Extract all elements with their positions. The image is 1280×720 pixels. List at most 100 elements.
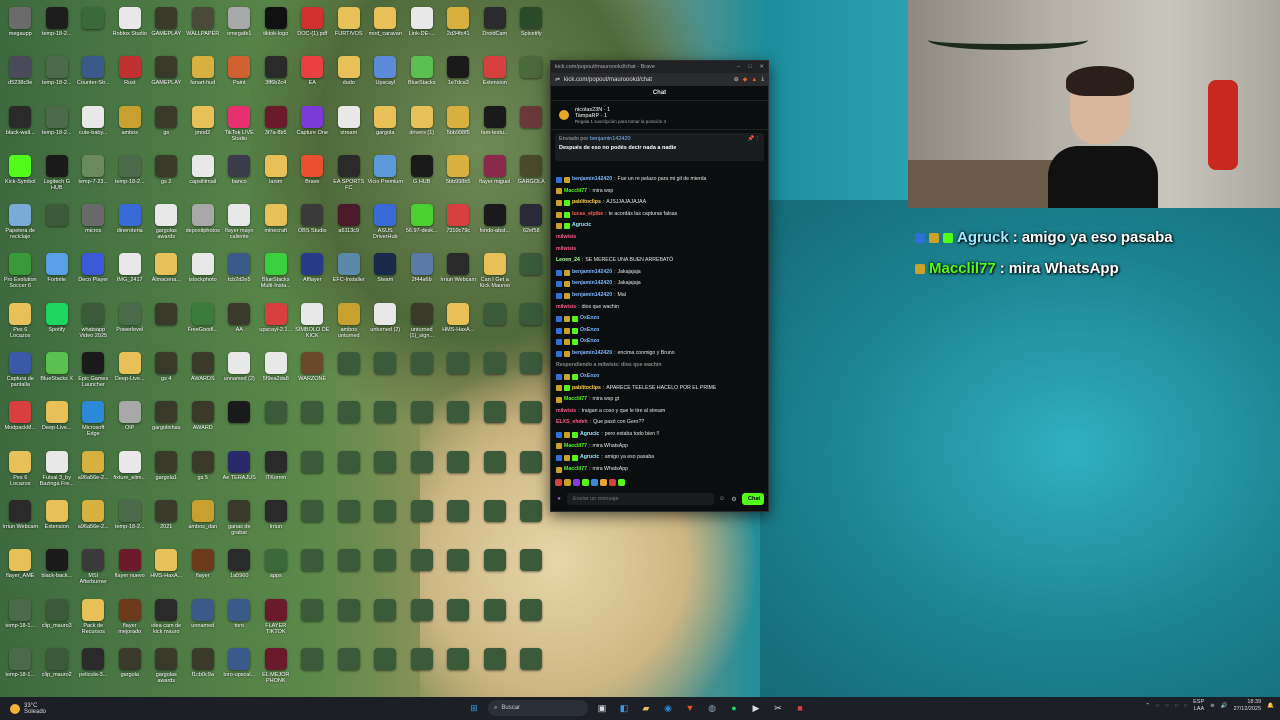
- desktop-icon[interactable]: [440, 546, 477, 595]
- chat-message[interactable]: pablitoclips: AJSJJAJAJAJAA: [556, 197, 763, 209]
- desktop-icon[interactable]: Deep-Live...: [39, 398, 76, 447]
- desktop-icon[interactable]: [513, 349, 550, 398]
- desktop-icon[interactable]: a96a56e-2...: [75, 448, 112, 497]
- desktop-icon[interactable]: Ae TERAJUS: [221, 448, 258, 497]
- desktop-icon[interactable]: EL MEJOR PHONK: [258, 645, 295, 694]
- desktop-icon[interactable]: 3f7a-8b5: [258, 103, 295, 152]
- desktop-icon[interactable]: megaupp: [2, 4, 39, 53]
- desktop-icon[interactable]: clip_mauro3: [39, 596, 76, 645]
- desktop-icon[interactable]: unturned (1)_sign...: [404, 300, 441, 349]
- pin-icon[interactable]: 📌⋮: [748, 136, 760, 142]
- desktop-icon[interactable]: [294, 448, 331, 497]
- desktop-icon[interactable]: [367, 546, 404, 595]
- desktop-icon[interactable]: upscayl-2.1...: [258, 300, 295, 349]
- desktop-icon[interactable]: AWARD: [185, 398, 222, 447]
- desktop-icon[interactable]: [221, 398, 258, 447]
- chat-message[interactable]: Agrucic: amigo ya eso pasaba: [556, 452, 763, 464]
- desktop-icon[interactable]: gs 4: [148, 349, 185, 398]
- desktop-icon[interactable]: [404, 596, 441, 645]
- desktop-icon[interactable]: [440, 448, 477, 497]
- chat-username[interactable]: Agrucic: [580, 452, 599, 464]
- desktop-icon[interactable]: [367, 645, 404, 694]
- steam-icon[interactable]: ◍: [704, 700, 720, 716]
- desktop-icon[interactable]: 2f44a6b: [404, 250, 441, 299]
- desktop-icon[interactable]: [513, 596, 550, 645]
- chat-message[interactable]: ELXS_ehdeh: Que pasó con Gero??: [556, 417, 763, 429]
- desktop-icon[interactable]: [148, 300, 185, 349]
- spotify-icon[interactable]: ●: [726, 700, 742, 716]
- tray-app-icon[interactable]: ◌: [1156, 703, 1159, 709]
- desktop-icon[interactable]: Almacena...: [148, 250, 185, 299]
- desktop-icon[interactable]: Upscayl: [367, 53, 404, 102]
- chat-message[interactable]: milwisis: [556, 232, 763, 244]
- desktop-icon[interactable]: Extension: [477, 53, 514, 102]
- desktop-icon[interactable]: [294, 497, 331, 546]
- desktop-icon[interactable]: Kick-Symbol: [2, 152, 39, 201]
- pinned-by-user[interactable]: benjamin142420: [590, 136, 631, 142]
- desktop-icon[interactable]: Irriun Webcam: [2, 497, 39, 546]
- desktop-icon[interactable]: drivers (1): [404, 103, 441, 152]
- obs-icon[interactable]: ■: [792, 700, 808, 716]
- desktop-icon[interactable]: [331, 448, 368, 497]
- desktop-icon[interactable]: flayer nuevo: [112, 546, 149, 595]
- chat-username[interactable]: milwisis: [556, 244, 576, 256]
- emote-icon[interactable]: [618, 479, 625, 486]
- desktop-icon[interactable]: IMG_2417: [112, 250, 149, 299]
- desktop-icon[interactable]: G HUB: [404, 152, 441, 201]
- emote-icon[interactable]: [555, 479, 562, 486]
- desktop-icon[interactable]: 1a5960: [221, 546, 258, 595]
- desktop-icon[interactable]: Counter-Str...: [75, 53, 112, 102]
- desktop-icon[interactable]: banco: [221, 152, 258, 201]
- desktop-icon[interactable]: Pro Evolution Soccer 6: [2, 250, 39, 299]
- emote-icon[interactable]: [573, 479, 580, 486]
- chat-message[interactable]: Agrucic: pero estaba todo bien !!: [556, 429, 763, 441]
- chat-message[interactable]: OxEnzo: [556, 371, 763, 383]
- desktop-icon[interactable]: [404, 349, 441, 398]
- desktop-icon[interactable]: d5238c9e: [2, 53, 39, 102]
- desktop-icon[interactable]: temp-18-2...: [39, 4, 76, 53]
- chevron-up-icon[interactable]: ⌃: [1145, 703, 1150, 709]
- desktop-icon[interactable]: HMS-HaxA...: [440, 300, 477, 349]
- task-view-icon[interactable]: ▣: [594, 700, 610, 716]
- desktop-icon[interactable]: jmod2: [185, 103, 222, 152]
- desktop-icon[interactable]: unnamed (2): [221, 349, 258, 398]
- desktop-icon[interactable]: [367, 448, 404, 497]
- chat-username[interactable]: lucas_elpibe: [572, 209, 603, 221]
- desktop-icon[interactable]: micros: [75, 201, 112, 250]
- wifi-icon[interactable]: ≋: [1210, 703, 1215, 709]
- desktop-icon[interactable]: [258, 398, 295, 447]
- emote-icon[interactable]: [582, 479, 589, 486]
- chat-username[interactable]: benjamin142420: [572, 348, 612, 360]
- desktop-icon[interactable]: ambos: [112, 103, 149, 152]
- desktop-icon[interactable]: Paint: [221, 53, 258, 102]
- desktop-icon[interactable]: [440, 596, 477, 645]
- chat-message[interactable]: Macclil77: mira WhatsApp: [556, 441, 763, 453]
- desktop-icon[interactable]: cute-baby...: [75, 103, 112, 152]
- chat-message[interactable]: OxEnzo: [556, 325, 763, 337]
- desktop-icon[interactable]: [294, 546, 331, 595]
- chat-username[interactable]: benjamin142420: [572, 278, 612, 290]
- desktop-icon[interactable]: [404, 448, 441, 497]
- desktop-icon[interactable]: capsilitmail: [185, 152, 222, 201]
- desktop-icon[interactable]: fondo-abst...: [477, 201, 514, 250]
- chat-username[interactable]: OxEnzo: [580, 371, 599, 383]
- desktop-icon[interactable]: [294, 596, 331, 645]
- desktop-icon[interactable]: ganas de grabar: [221, 497, 258, 546]
- desktop-icon[interactable]: gargolas awards: [148, 645, 185, 694]
- minimize-icon[interactable]: –: [737, 64, 740, 70]
- chat-message-list[interactable]: benjamin142420: Fue un re pelazo para mi …: [551, 174, 768, 488]
- chat-username[interactable]: milwisis: [556, 406, 576, 418]
- input-language[interactable]: ESP LAA: [1193, 699, 1204, 713]
- desktop-icon[interactable]: ambos unturned: [331, 300, 368, 349]
- desktop-icon[interactable]: a96a56e-2...: [75, 497, 112, 546]
- chat-message[interactable]: Leoen_24: SE MERECE UNA BUEN ARREBATÓ: [556, 255, 763, 267]
- desktop-icon[interactable]: OBS Studio: [294, 201, 331, 250]
- chat-username[interactable]: benjamin142420: [572, 290, 612, 302]
- chat-username[interactable]: Agrucic: [572, 220, 591, 232]
- desktop-icon[interactable]: 5bb998b5: [440, 152, 477, 201]
- desktop-icon[interactable]: [513, 250, 550, 299]
- chat-username[interactable]: OxEnzo: [580, 325, 599, 337]
- desktop-icon[interactable]: apps: [258, 546, 295, 595]
- url-text[interactable]: kick.com/popout/mauroookd/chat: [564, 77, 730, 83]
- tray-app-icon[interactable]: ◌: [1165, 703, 1168, 709]
